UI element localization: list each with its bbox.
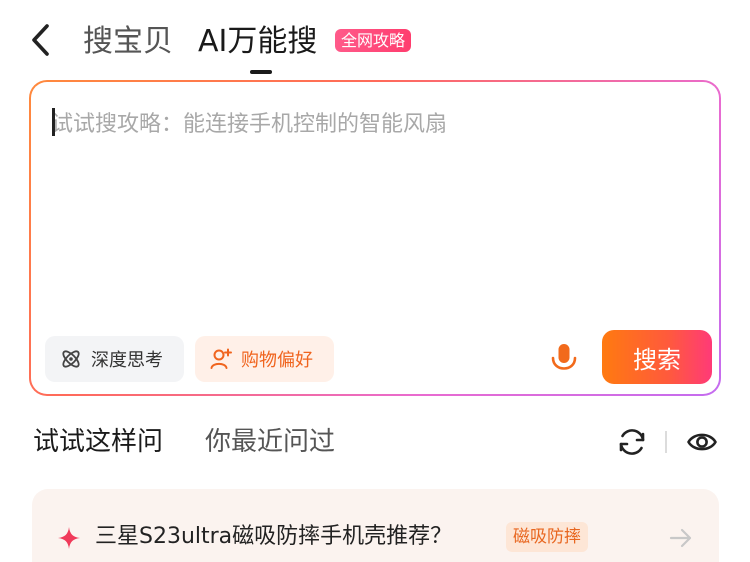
voice-input-button[interactable]: [549, 342, 579, 376]
tab-search-items[interactable]: 搜宝贝: [83, 22, 173, 62]
shopping-preference-label: 购物偏好: [241, 350, 313, 371]
eye-icon: [687, 433, 717, 451]
text-caret: [52, 108, 55, 136]
shopping-preference-chip[interactable]: 购物偏好: [195, 336, 334, 382]
deep-think-chip[interactable]: 深度思考: [45, 336, 184, 382]
search-input[interactable]: [51, 106, 691, 142]
microphone-icon: [551, 344, 577, 370]
refresh-button[interactable]: [616, 426, 648, 458]
back-button[interactable]: [22, 22, 58, 58]
visibility-toggle-button[interactable]: [686, 426, 718, 458]
atom-icon: [59, 347, 83, 371]
top-bar: 搜宝贝 AI万能搜 全网攻略: [0, 0, 750, 80]
search-box-inner: 深度思考 购物偏好 搜索: [31, 82, 719, 394]
active-tab-indicator: [250, 70, 272, 74]
tab-try-asking[interactable]: 试试这样问: [33, 422, 163, 462]
tab-ai-search[interactable]: AI万能搜: [198, 22, 317, 62]
toolbar-divider: [665, 431, 667, 453]
promo-badge: 全网攻略: [335, 29, 412, 52]
sparkle-icon: [58, 527, 80, 549]
search-box: 深度思考 购物偏好 搜索: [29, 80, 721, 396]
refresh-icon: [619, 429, 645, 455]
deep-think-label: 深度思考: [91, 350, 163, 371]
suggestion-text: 三星S23ultra磁吸防摔手机壳推荐？: [95, 524, 453, 549]
tab-recent-questions[interactable]: 你最近问过: [205, 422, 335, 462]
suggestion-tag: 磁吸防摔: [506, 522, 588, 552]
arrow-right-icon: [669, 528, 692, 548]
search-button[interactable]: 搜索: [602, 330, 712, 384]
suggestion-item[interactable]: 三星S23ultra磁吸防摔手机壳推荐？ 磁吸防摔: [32, 489, 719, 562]
user-plus-icon: [209, 347, 233, 371]
chevron-left-icon: [32, 24, 49, 56]
